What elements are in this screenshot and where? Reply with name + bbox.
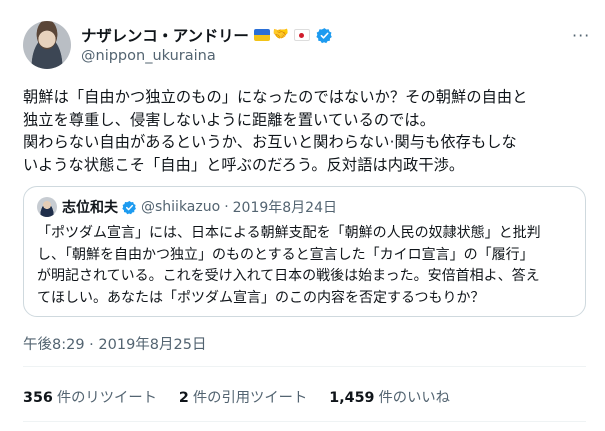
like-count: 1,459	[329, 390, 375, 406]
retweet-label: 件のリツイート	[56, 390, 157, 406]
quoted-tweet-header: 志位和夫 @shiikazuo · 2019年8月24日	[62, 197, 337, 217]
likes-stat[interactable]: 1,459 件のいいね	[329, 386, 450, 407]
retweet-count: 356	[23, 390, 53, 406]
ukraine-flag-icon	[253, 29, 270, 41]
tweet-text: 朝鮮は「自由かつ独立のもの」になったのではないか？その朝鮮の自由と 独立を尊重し…	[23, 88, 528, 174]
divider	[23, 421, 586, 422]
quoted-tweet-card[interactable]: 志位和夫 @shiikazuo · 2019年8月24日 「ポツダム宣言」には、…	[23, 186, 586, 317]
more-options-icon[interactable]: ···	[572, 26, 590, 45]
divider	[23, 366, 586, 367]
like-label: 件のいいね	[378, 390, 450, 406]
quoted-tweet-date: 2019年8月24日	[232, 200, 337, 216]
tweet-timestamp[interactable]: 午後8:29 · 2019年8月25日	[23, 333, 206, 354]
author-display-name[interactable]: ナザレンコ・アンドリー	[81, 24, 249, 46]
retweets-stat[interactable]: 356 件のリツイート	[23, 386, 157, 407]
japan-flag-icon	[293, 29, 310, 41]
verified-badge-icon	[316, 27, 333, 44]
quote-tweet-label: 件の引用ツイート	[192, 390, 308, 406]
quote-tweet-count: 2	[178, 390, 189, 406]
author-handle[interactable]: @nippon_ukuraina	[81, 48, 216, 64]
quoted-tweet-text: 「ポツダム宣言」には、日本による朝鮮支配を「朝鮮の人民の奴隷状態」と批判 し、「…	[37, 225, 541, 306]
handshake-icon: 🤝	[272, 27, 289, 42]
quoted-author-avatar	[37, 197, 57, 217]
verified-badge-icon	[122, 200, 137, 215]
quote-tweets-stat[interactable]: 2 件の引用ツイート	[179, 386, 307, 407]
engagement-stats: 356 件のリツイート 2 件の引用ツイート 1,459 件のいいね	[23, 386, 450, 407]
author-name-row: ナザレンコ・アンドリー 🤝	[81, 23, 333, 47]
quoted-author-handle: @shiikazuo	[141, 199, 221, 215]
quoted-author-name: 志位和夫	[62, 200, 118, 216]
meta-separator: ·	[224, 199, 229, 215]
author-avatar[interactable]	[23, 21, 71, 69]
